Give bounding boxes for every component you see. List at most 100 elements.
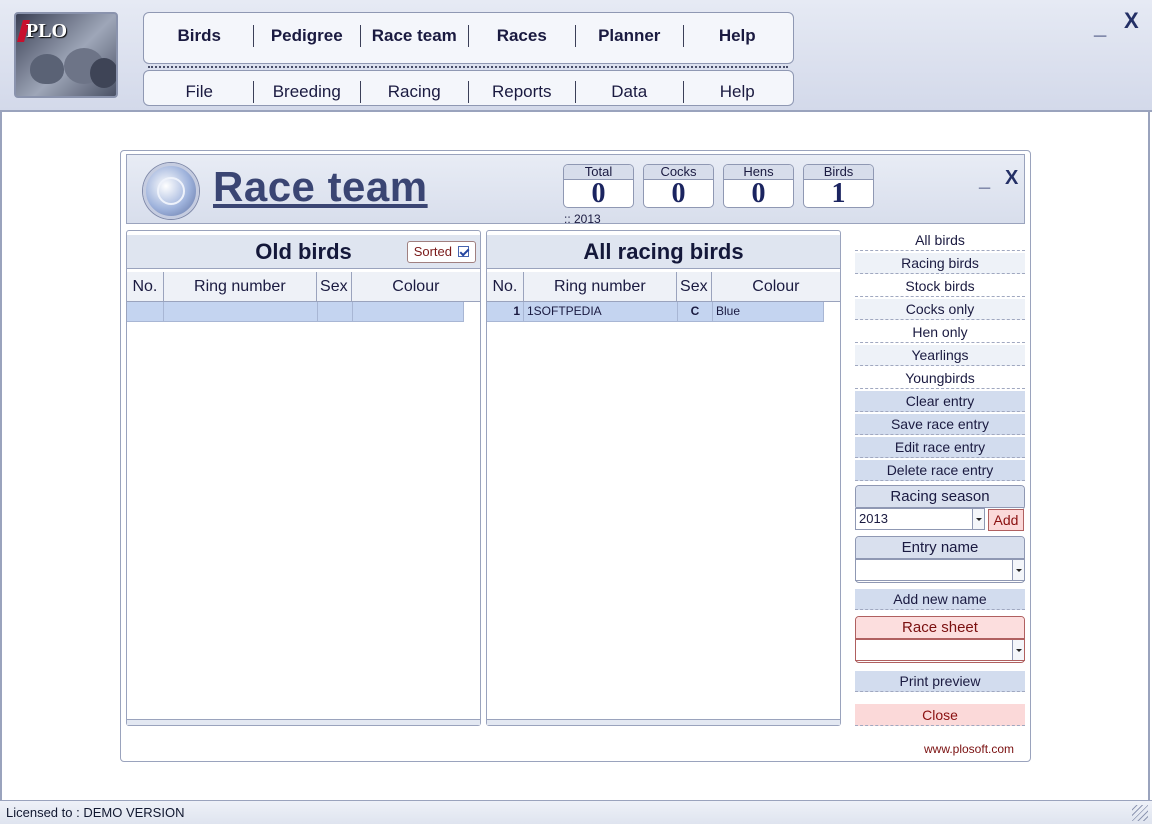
- app-header: PLO Birds Pedigree Race team Races Plann…: [0, 0, 1152, 112]
- logo-text: PLO: [26, 20, 68, 42]
- app-logo[interactable]: PLO: [14, 12, 118, 98]
- menu-races[interactable]: Races: [469, 25, 576, 47]
- cell-ring: 1SOFTPEDIA: [524, 302, 678, 321]
- list-title: Old birds Sorted: [127, 235, 480, 269]
- chevron-down-icon[interactable]: [1012, 560, 1024, 580]
- stat-total: Total 0: [563, 164, 634, 208]
- stat-birds: Birds 1: [803, 164, 874, 208]
- col-sex[interactable]: Sex: [677, 272, 712, 301]
- col-no[interactable]: No.: [487, 272, 524, 301]
- old-birds-title: Old birds: [255, 239, 352, 264]
- delete-race-entry-button[interactable]: Delete race entry: [855, 460, 1025, 481]
- menu-pedigree[interactable]: Pedigree: [254, 25, 361, 47]
- entry-name-select[interactable]: [855, 559, 1025, 581]
- entry-name-label: Entry name: [856, 537, 1024, 559]
- stat-value: 0: [591, 178, 606, 209]
- stock-birds-button[interactable]: Stock birds: [855, 276, 1025, 297]
- action-sidebar: All birds Racing birds Stock birds Cocks…: [850, 230, 1026, 736]
- panel-minimize-button[interactable]: _: [979, 169, 990, 192]
- add-new-name-button[interactable]: Add new name: [855, 589, 1025, 610]
- hen-only-button[interactable]: Hen only: [855, 322, 1025, 343]
- season-tag: :: 2013: [564, 212, 601, 226]
- cell-ring: [164, 302, 318, 321]
- all-birds-title: All racing birds: [583, 239, 744, 264]
- all-birds-button[interactable]: All birds: [855, 230, 1025, 251]
- column-header-row: No. Ring number Sex Colour: [127, 272, 480, 302]
- edit-race-entry-button[interactable]: Edit race entry: [855, 437, 1025, 458]
- cell-sex: [318, 302, 353, 321]
- list-footer: [127, 719, 480, 725]
- stat-hens: Hens 0: [723, 164, 794, 208]
- list-title: All racing birds: [487, 235, 840, 269]
- racing-season-label: Racing season: [856, 486, 1024, 508]
- cell-no: [127, 302, 164, 321]
- submenu-data[interactable]: Data: [576, 81, 684, 103]
- sorted-checkbox[interactable]: Sorted: [406, 241, 476, 263]
- submenu-reports[interactable]: Reports: [469, 81, 576, 103]
- racing-birds-button[interactable]: Racing birds: [855, 253, 1025, 274]
- website-link[interactable]: www.plosoft.com: [924, 742, 1014, 756]
- panel-close-button[interactable]: X: [1005, 167, 1018, 190]
- sub-menu: File Breeding Racing Reports Data Help: [143, 70, 794, 106]
- table-row[interactable]: 1 1SOFTPEDIA C Blue: [487, 302, 824, 322]
- submenu-help[interactable]: Help: [684, 81, 791, 103]
- race-sheet-label: Race sheet: [856, 617, 1024, 639]
- save-race-entry-button[interactable]: Save race entry: [855, 414, 1025, 435]
- col-no[interactable]: No.: [127, 272, 164, 301]
- frame-border: [0, 112, 2, 800]
- menu-race-team[interactable]: Race team: [361, 25, 469, 47]
- race-team-panel: Race team Total 0 Cocks 0 Hens 0 Birds 1…: [120, 150, 1031, 762]
- frame-border: [1148, 112, 1150, 800]
- stat-value: 0: [751, 178, 766, 209]
- all-racing-birds-list: All racing birds No. Ring number Sex Col…: [486, 230, 841, 726]
- checkbox-checked-icon[interactable]: [458, 246, 469, 257]
- window-close-button[interactable]: X: [1124, 8, 1139, 34]
- stat-cocks: Cocks 0: [643, 164, 714, 208]
- yearlings-button[interactable]: Yearlings: [855, 345, 1025, 366]
- status-bar: Licensed to : DEMO VERSION: [0, 800, 1152, 824]
- add-season-button[interactable]: Add: [988, 509, 1024, 531]
- window-minimize-button[interactable]: _: [1094, 14, 1106, 40]
- submenu-racing[interactable]: Racing: [361, 81, 469, 103]
- menu-help[interactable]: Help: [684, 25, 791, 47]
- column-header-row: No. Ring number Sex Colour: [487, 272, 840, 302]
- print-preview-button[interactable]: Print preview: [855, 671, 1025, 692]
- stat-value: 0: [671, 178, 686, 209]
- col-ring-number[interactable]: Ring number: [524, 272, 677, 301]
- panel-header: Race team Total 0 Cocks 0 Hens 0 Birds 1…: [126, 154, 1025, 226]
- menu-birds[interactable]: Birds: [146, 25, 254, 47]
- col-colour[interactable]: Colour: [352, 272, 480, 301]
- racing-season-value: 2013: [859, 511, 888, 526]
- list-footer: [487, 719, 840, 725]
- col-sex[interactable]: Sex: [317, 272, 352, 301]
- col-colour[interactable]: Colour: [712, 272, 840, 301]
- sorted-label: Sorted: [413, 244, 452, 259]
- license-text: Licensed to : DEMO VERSION: [6, 805, 185, 820]
- menu-divider: [148, 66, 788, 68]
- col-ring-number[interactable]: Ring number: [164, 272, 317, 301]
- menu-planner[interactable]: Planner: [576, 25, 684, 47]
- clear-entry-button[interactable]: Clear entry: [855, 391, 1025, 412]
- globe-icon: [143, 163, 199, 219]
- cell-colour: Blue: [713, 302, 824, 321]
- chevron-down-icon[interactable]: [972, 509, 984, 529]
- cell-sex: C: [678, 302, 713, 321]
- table-row[interactable]: [127, 302, 464, 322]
- cell-colour: [353, 302, 464, 321]
- cocks-only-button[interactable]: Cocks only: [855, 299, 1025, 320]
- stat-value: 1: [831, 178, 846, 209]
- submenu-file[interactable]: File: [146, 81, 254, 103]
- pigeon-icon: [90, 58, 116, 88]
- racing-season-group: Racing season: [855, 485, 1025, 510]
- submenu-breeding[interactable]: Breeding: [254, 81, 361, 103]
- resize-grip-icon[interactable]: [1132, 805, 1148, 821]
- racing-season-select[interactable]: 2013: [855, 508, 985, 530]
- cell-no: 1: [487, 302, 524, 321]
- panel-title: Race team: [213, 163, 428, 210]
- youngbirds-button[interactable]: Youngbirds: [855, 368, 1025, 389]
- chevron-down-icon[interactable]: [1012, 640, 1024, 660]
- main-menu: Birds Pedigree Race team Races Planner H…: [143, 12, 794, 64]
- close-button[interactable]: Close: [855, 704, 1025, 726]
- race-sheet-select[interactable]: [855, 639, 1025, 661]
- pigeon-icon: [30, 54, 64, 84]
